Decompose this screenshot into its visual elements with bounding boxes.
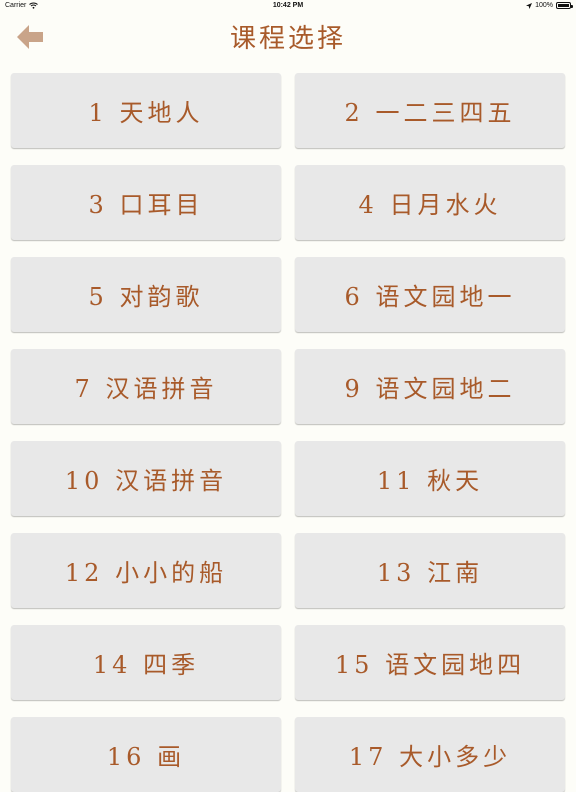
lesson-button[interactable]: 3 口耳目 bbox=[11, 165, 281, 240]
lesson-label: 13 江南 bbox=[376, 559, 484, 587]
lesson-button[interactable]: 9 语文园地二 bbox=[295, 349, 565, 424]
battery-fill bbox=[558, 4, 569, 7]
lesson-label: 1 天地人 bbox=[88, 99, 204, 127]
lesson-button[interactable]: 10 汉语拼音 bbox=[11, 441, 281, 516]
lesson-label: 15 语文园地四 bbox=[334, 651, 526, 679]
lesson-button[interactable]: 7 汉语拼音 bbox=[11, 349, 281, 424]
lesson-label: 7 汉语拼音 bbox=[74, 375, 218, 403]
lesson-label: 11 秋天 bbox=[376, 467, 484, 495]
lesson-label: 5 对韵歌 bbox=[88, 283, 204, 311]
lesson-label: 14 四季 bbox=[92, 651, 200, 679]
lesson-label: 16 画 bbox=[106, 743, 186, 771]
lesson-label: 17 大小多少 bbox=[348, 743, 512, 771]
lesson-label: 2 一二三四五 bbox=[344, 99, 516, 127]
lesson-button[interactable]: 4 日月水火 bbox=[295, 165, 565, 240]
lesson-button[interactable]: 1 天地人 bbox=[11, 73, 281, 148]
location-arrow-icon bbox=[526, 2, 533, 9]
lesson-button[interactable]: 15 语文园地四 bbox=[295, 625, 565, 700]
lesson-button[interactable]: 17 大小多少 bbox=[295, 717, 565, 792]
lesson-button[interactable]: 16 画 bbox=[11, 717, 281, 792]
lesson-label: 9 语文园地二 bbox=[344, 375, 516, 403]
lesson-label: 4 日月水火 bbox=[358, 191, 502, 219]
header: 课程选择 bbox=[0, 12, 576, 62]
lesson-label: 6 语文园地一 bbox=[344, 283, 516, 311]
lesson-button[interactable]: 13 江南 bbox=[295, 533, 565, 608]
lesson-label: 3 口耳目 bbox=[88, 191, 204, 219]
lesson-button[interactable]: 2 一二三四五 bbox=[295, 73, 565, 148]
battery-percent: 100% bbox=[535, 2, 553, 9]
lesson-button[interactable]: 5 对韵歌 bbox=[11, 257, 281, 332]
battery-icon bbox=[556, 2, 573, 9]
page-title: 课程选择 bbox=[229, 24, 346, 54]
lesson-grid: 1 天地人 2 一二三四五 3 口耳目 4 日月水火 5 对韵歌 6 语文园地一 7 汉语拼… bbox=[11, 73, 565, 792]
status-bar: Carrier 10:42 PM 100% bbox=[0, 0, 576, 12]
status-right: 100% bbox=[526, 2, 573, 9]
lesson-label: 10 汉语拼音 bbox=[64, 467, 228, 495]
status-time: 10:42 PM bbox=[272, 2, 304, 9]
lesson-button[interactable]: 14 四季 bbox=[11, 625, 281, 700]
lesson-button[interactable]: 6 语文园地一 bbox=[295, 257, 565, 332]
lesson-button[interactable]: 12 小小的船 bbox=[11, 533, 281, 608]
lesson-label: 12 小小的船 bbox=[64, 559, 228, 587]
lesson-button[interactable]: 11 秋天 bbox=[295, 441, 565, 516]
